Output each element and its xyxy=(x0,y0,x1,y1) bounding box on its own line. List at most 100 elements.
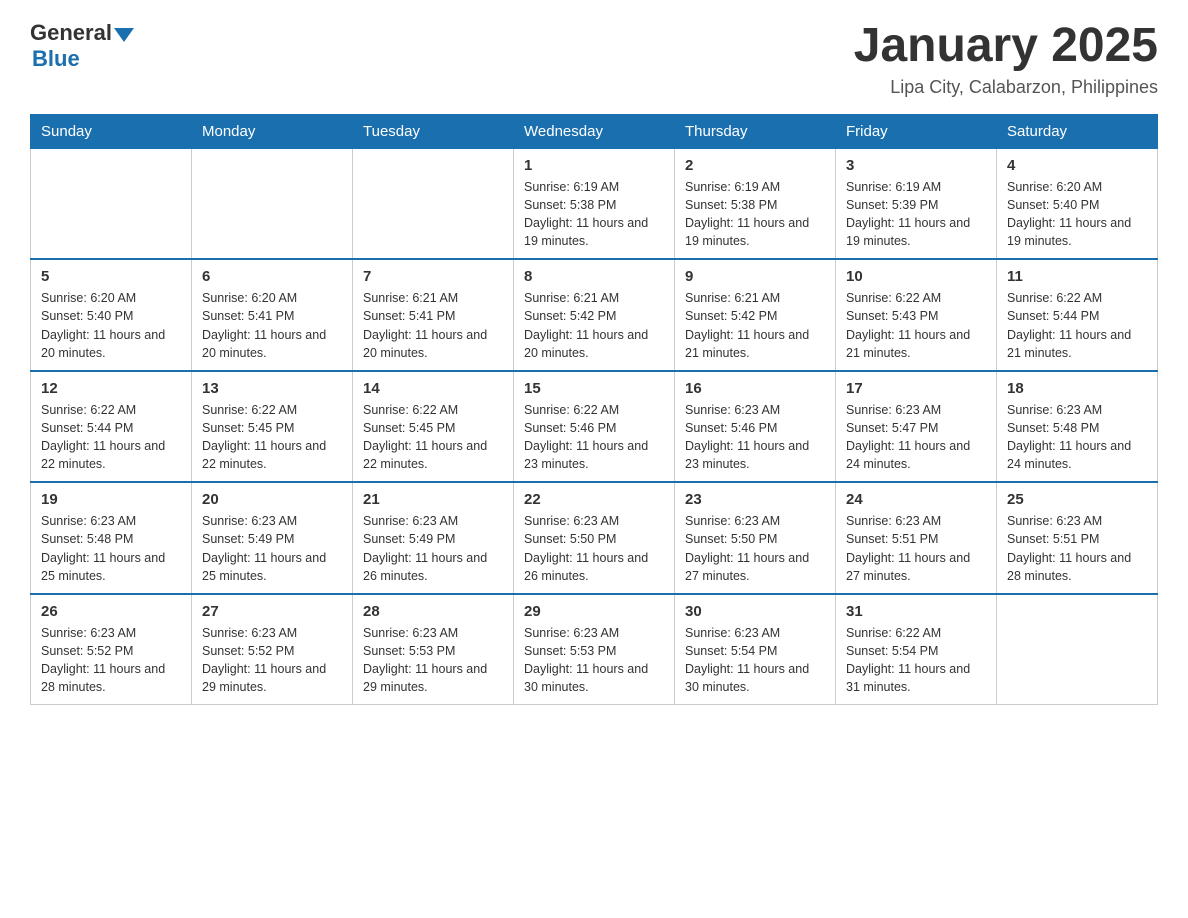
day-number: 2 xyxy=(685,157,825,174)
table-row: 8 Sunrise: 6:21 AMSunset: 5:42 PMDaylight… xyxy=(514,259,675,371)
col-monday: Monday xyxy=(192,114,353,148)
day-info: Sunrise: 6:22 AMSunset: 5:44 PMDaylight:… xyxy=(1007,289,1147,362)
col-thursday: Thursday xyxy=(675,114,836,148)
day-info: Sunrise: 6:23 AMSunset: 5:53 PMDaylight:… xyxy=(524,624,664,697)
table-row: 25 Sunrise: 6:23 AMSunset: 5:51 PMDayligh… xyxy=(997,482,1158,594)
page-header: General Blue January 2025 Lipa City, Cal… xyxy=(30,20,1158,98)
calendar-week-row: 1 Sunrise: 6:19 AMSunset: 5:38 PMDaylight… xyxy=(31,148,1158,259)
table-row: 6 Sunrise: 6:20 AMSunset: 5:41 PMDaylight… xyxy=(192,259,353,371)
calendar-week-row: 26 Sunrise: 6:23 AMSunset: 5:52 PMDayligh… xyxy=(31,594,1158,705)
table-row: 19 Sunrise: 6:23 AMSunset: 5:48 PMDayligh… xyxy=(31,482,192,594)
col-tuesday: Tuesday xyxy=(353,114,514,148)
day-info: Sunrise: 6:23 AMSunset: 5:46 PMDaylight:… xyxy=(685,401,825,474)
day-number: 17 xyxy=(846,380,986,397)
title-area: January 2025 Lipa City, Calabarzon, Phil… xyxy=(854,20,1158,98)
table-row: 29 Sunrise: 6:23 AMSunset: 5:53 PMDayligh… xyxy=(514,594,675,705)
day-number: 15 xyxy=(524,380,664,397)
day-number: 21 xyxy=(363,491,503,508)
table-row: 12 Sunrise: 6:22 AMSunset: 5:44 PMDayligh… xyxy=(31,371,192,483)
logo: General Blue xyxy=(30,20,134,72)
table-row: 14Sunrise: 6:22 AMSunset: 5:45 PMDayligh… xyxy=(353,371,514,483)
day-number: 7 xyxy=(363,268,503,285)
table-row: 7Sunrise: 6:21 AMSunset: 5:41 PMDaylight… xyxy=(353,259,514,371)
day-info: Sunrise: 6:23 AMSunset: 5:51 PMDaylight:… xyxy=(1007,512,1147,585)
day-info: Sunrise: 6:20 AMSunset: 5:41 PMDaylight:… xyxy=(202,289,342,362)
location-subtitle: Lipa City, Calabarzon, Philippines xyxy=(854,77,1158,98)
day-number: 28 xyxy=(363,603,503,620)
day-info: Sunrise: 6:21 AMSunset: 5:42 PMDaylight:… xyxy=(524,289,664,362)
calendar-week-row: 19 Sunrise: 6:23 AMSunset: 5:48 PMDayligh… xyxy=(31,482,1158,594)
table-row: 1Sunrise: 6:19 AMSunset: 5:38 PMDaylight… xyxy=(514,148,675,259)
day-info: Sunrise: 6:23 AMSunset: 5:52 PMDaylight:… xyxy=(41,624,181,697)
day-number: 6 xyxy=(202,268,342,285)
day-info: Sunrise: 6:23 AMSunset: 5:49 PMDaylight:… xyxy=(363,512,503,585)
day-info: Sunrise: 6:19 AMSunset: 5:39 PMDaylight:… xyxy=(846,178,986,251)
day-info: Sunrise: 6:20 AMSunset: 5:40 PMDaylight:… xyxy=(41,289,181,362)
day-number: 24 xyxy=(846,491,986,508)
day-number: 1 xyxy=(524,157,664,174)
day-number: 20 xyxy=(202,491,342,508)
table-row: 30Sunrise: 6:23 AMSunset: 5:54 PMDayligh… xyxy=(675,594,836,705)
day-number: 30 xyxy=(685,603,825,620)
table-row: 13Sunrise: 6:22 AMSunset: 5:45 PMDayligh… xyxy=(192,371,353,483)
table-row: 20 Sunrise: 6:23 AMSunset: 5:49 PMDayligh… xyxy=(192,482,353,594)
table-row: 4Sunrise: 6:20 AMSunset: 5:40 PMDaylight… xyxy=(997,148,1158,259)
day-info: Sunrise: 6:23 AMSunset: 5:48 PMDaylight:… xyxy=(1007,401,1147,474)
day-number: 19 xyxy=(41,491,181,508)
col-sunday: Sunday xyxy=(31,114,192,148)
col-wednesday: Wednesday xyxy=(514,114,675,148)
day-number: 4 xyxy=(1007,157,1147,174)
table-row: 2 Sunrise: 6:19 AMSunset: 5:38 PMDaylight… xyxy=(675,148,836,259)
day-info: Sunrise: 6:22 AMSunset: 5:45 PMDaylight:… xyxy=(363,401,503,474)
table-row: 15Sunrise: 6:22 AMSunset: 5:46 PMDayligh… xyxy=(514,371,675,483)
day-info: Sunrise: 6:23 AMSunset: 5:51 PMDaylight:… xyxy=(846,512,986,585)
day-info: Sunrise: 6:23 AMSunset: 5:50 PMDaylight:… xyxy=(524,512,664,585)
day-info: Sunrise: 6:23 AMSunset: 5:52 PMDaylight:… xyxy=(202,624,342,697)
day-info: Sunrise: 6:23 AMSunset: 5:49 PMDaylight:… xyxy=(202,512,342,585)
day-number: 12 xyxy=(41,380,181,397)
day-number: 26 xyxy=(41,603,181,620)
day-number: 23 xyxy=(685,491,825,508)
table-row: 24 Sunrise: 6:23 AMSunset: 5:51 PMDayligh… xyxy=(836,482,997,594)
day-number: 25 xyxy=(1007,491,1147,508)
day-number: 29 xyxy=(524,603,664,620)
day-number: 27 xyxy=(202,603,342,620)
table-row xyxy=(997,594,1158,705)
logo-general-text: General xyxy=(30,20,112,46)
day-number: 8 xyxy=(524,268,664,285)
table-row: 22Sunrise: 6:23 AMSunset: 5:50 PMDayligh… xyxy=(514,482,675,594)
day-number: 5 xyxy=(41,268,181,285)
day-info: Sunrise: 6:22 AMSunset: 5:45 PMDaylight:… xyxy=(202,401,342,474)
calendar-week-row: 12 Sunrise: 6:22 AMSunset: 5:44 PMDayligh… xyxy=(31,371,1158,483)
table-row: 31Sunrise: 6:22 AMSunset: 5:54 PMDayligh… xyxy=(836,594,997,705)
calendar-header-row: Sunday Monday Tuesday Wednesday Thursday… xyxy=(31,114,1158,148)
table-row: 11 Sunrise: 6:22 AMSunset: 5:44 PMDayligh… xyxy=(997,259,1158,371)
day-info: Sunrise: 6:23 AMSunset: 5:47 PMDaylight:… xyxy=(846,401,986,474)
day-number: 18 xyxy=(1007,380,1147,397)
day-info: Sunrise: 6:22 AMSunset: 5:44 PMDaylight:… xyxy=(41,401,181,474)
day-number: 16 xyxy=(685,380,825,397)
table-row: 26 Sunrise: 6:23 AMSunset: 5:52 PMDayligh… xyxy=(31,594,192,705)
table-row: 5 Sunrise: 6:20 AMSunset: 5:40 PMDaylight… xyxy=(31,259,192,371)
table-row xyxy=(192,148,353,259)
table-row: 16 Sunrise: 6:23 AMSunset: 5:46 PMDayligh… xyxy=(675,371,836,483)
table-row xyxy=(31,148,192,259)
table-row: 27 Sunrise: 6:23 AMSunset: 5:52 PMDayligh… xyxy=(192,594,353,705)
day-number: 11 xyxy=(1007,268,1147,285)
day-number: 3 xyxy=(846,157,986,174)
table-row: 10 Sunrise: 6:22 AMSunset: 5:43 PMDayligh… xyxy=(836,259,997,371)
day-info: Sunrise: 6:23 AMSunset: 5:48 PMDaylight:… xyxy=(41,512,181,585)
logo-triangle-icon xyxy=(114,28,134,42)
month-title: January 2025 xyxy=(854,20,1158,73)
day-info: Sunrise: 6:21 AMSunset: 5:42 PMDaylight:… xyxy=(685,289,825,362)
day-number: 10 xyxy=(846,268,986,285)
day-info: Sunrise: 6:19 AMSunset: 5:38 PMDaylight:… xyxy=(685,178,825,251)
table-row: 9Sunrise: 6:21 AMSunset: 5:42 PMDaylight… xyxy=(675,259,836,371)
calendar-week-row: 5 Sunrise: 6:20 AMSunset: 5:40 PMDaylight… xyxy=(31,259,1158,371)
day-info: Sunrise: 6:22 AMSunset: 5:43 PMDaylight:… xyxy=(846,289,986,362)
col-saturday: Saturday xyxy=(997,114,1158,148)
day-number: 31 xyxy=(846,603,986,620)
table-row xyxy=(353,148,514,259)
col-friday: Friday xyxy=(836,114,997,148)
table-row: 17 Sunrise: 6:23 AMSunset: 5:47 PMDayligh… xyxy=(836,371,997,483)
